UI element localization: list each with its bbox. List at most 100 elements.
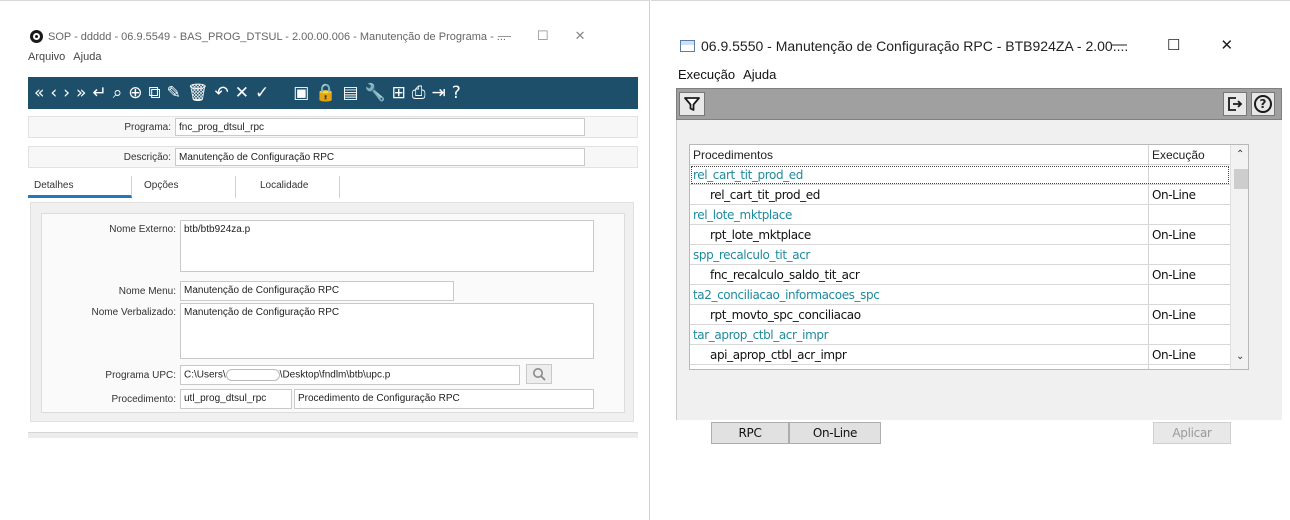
- close-icon[interactable]: ✕: [575, 28, 586, 44]
- nome-verbalizado-field[interactable]: Manutenção de Configuração RPC: [180, 303, 594, 359]
- rpc-button[interactable]: RPC: [711, 422, 789, 444]
- group-name: rel_cart_tit_prod_ed: [693, 168, 803, 182]
- online-button[interactable]: On-Line: [789, 422, 881, 444]
- group-name: spp_recalculo_tit_acr: [693, 248, 810, 262]
- menu-execucao[interactable]: Execução: [678, 67, 735, 82]
- execution-mode[interactable]: On-Line: [1152, 188, 1196, 202]
- menu-ajuda[interactable]: Ajuda: [743, 67, 776, 82]
- procedimento-code-field[interactable]: utl_prog_dtsul_rpc: [180, 389, 292, 409]
- execution-mode[interactable]: On-Line: [1152, 348, 1196, 362]
- filter-button[interactable]: [679, 92, 705, 116]
- scroll-up-icon[interactable]: ⌃: [1236, 149, 1244, 160]
- group-row[interactable]: spp_recalculo_tit_acr: [690, 245, 1230, 265]
- window-controls: — ☐ ✕: [1112, 36, 1233, 54]
- nome-verbalizado-label: Nome Verbalizado:: [91, 307, 177, 318]
- execution-mode[interactable]: On-Line: [1152, 308, 1196, 322]
- nome-externo-field[interactable]: btb/btb924za.p: [180, 220, 594, 272]
- exit-icon[interactable]: ⇥: [432, 84, 446, 102]
- column-execucao[interactable]: Execução: [1152, 148, 1205, 162]
- goto-icon[interactable]: ↵: [92, 84, 106, 102]
- confirm-icon[interactable]: ✓: [255, 84, 269, 102]
- descricao-field[interactable]: Manutenção de Configuração RPC: [175, 148, 585, 166]
- menu-bar: Arquivo Ajuda: [28, 51, 101, 63]
- filter-icon: [684, 97, 700, 111]
- group-row[interactable]: rel_cart_tit_prod_ed: [690, 165, 1230, 185]
- scroll-down-icon[interactable]: ⌄: [1236, 351, 1244, 362]
- rpc-config-window: 06.9.5550 - Manutenção de Configuração R…: [672, 28, 1290, 444]
- program-maintenance-window: SOP - ddddd - 06.9.5549 - BAS_PROG_DTSUL…: [22, 20, 644, 440]
- print-icon[interactable]: ⎙: [412, 84, 426, 102]
- window-title-bar: 06.9.5550 - Manutenção de Configuração R…: [680, 38, 1128, 54]
- last-icon[interactable]: »: [76, 84, 86, 102]
- filter-toolbar: ?: [676, 88, 1282, 120]
- help-button[interactable]: ?: [1251, 92, 1275, 116]
- tab-localidade[interactable]: Localidade: [236, 176, 340, 198]
- grid-header: Procedimentos Execução: [690, 145, 1230, 165]
- minimize-icon[interactable]: —: [1112, 36, 1127, 54]
- programa-label: Programa:: [124, 122, 171, 133]
- nome-menu-label: Nome Menu:: [118, 286, 176, 297]
- vertical-scrollbar[interactable]: ⌃ ⌄: [1230, 145, 1248, 369]
- aplicar-button[interactable]: Aplicar: [1153, 422, 1231, 444]
- image-icon[interactable]: ▤: [342, 84, 358, 102]
- search-icon[interactable]: ⌕: [113, 84, 123, 102]
- group-row[interactable]: ta2_conciliacao_informacoes_spc: [690, 285, 1230, 305]
- prev-icon[interactable]: ‹: [50, 84, 57, 102]
- execution-mode[interactable]: On-Line: [1152, 228, 1196, 242]
- group-row[interactable]: rel_lote_mktplace: [690, 205, 1230, 225]
- menu-bar: Execução Ajuda: [678, 67, 776, 82]
- first-icon[interactable]: «: [34, 84, 44, 102]
- group-name: tar_aprop_ctbl_acr_impr: [693, 328, 829, 342]
- next-icon[interactable]: ›: [63, 84, 70, 102]
- window-icon: [680, 40, 695, 52]
- procedure-name: rpt_lote_mktplace: [710, 228, 811, 242]
- window-title-bar: SOP - ddddd - 06.9.5549 - BAS_PROG_DTSUL…: [30, 30, 506, 43]
- redacted-username: [225, 369, 280, 381]
- minimize-icon[interactable]: —: [498, 28, 511, 44]
- maximize-icon[interactable]: ☐: [537, 28, 549, 44]
- nome-menu-field[interactable]: Manutenção de Configuração RPC: [180, 281, 454, 301]
- cancel-icon[interactable]: ✕: [235, 84, 249, 102]
- procedure-row[interactable]: rel_cart_tit_prod_ed On-Line: [690, 185, 1230, 205]
- tools-icon[interactable]: 🔧: [365, 84, 386, 102]
- menu-ajuda[interactable]: Ajuda: [73, 51, 101, 63]
- main-panel: Procedimentos Execução rel_cart_tit_prod…: [676, 120, 1282, 444]
- detalhes-frame: Nome Externo: btb/btb924za.p Nome Menu: …: [41, 213, 625, 413]
- copy-icon[interactable]: ⧉: [148, 84, 160, 102]
- procedure-name: api_aprop_ctbl_acr_impr: [710, 348, 847, 362]
- programa-upc-field[interactable]: C:\Users\ \Desktop\fndlm\btb\upc.p: [180, 365, 520, 385]
- help-icon[interactable]: ?: [452, 84, 461, 102]
- close-icon[interactable]: ✕: [1220, 36, 1233, 54]
- exit-button[interactable]: [1223, 92, 1247, 116]
- upc-search-button[interactable]: [526, 364, 552, 384]
- help-icon: ?: [1254, 95, 1272, 113]
- group-row[interactable]: tar_aprop_ctbl_acr_impr: [690, 325, 1230, 345]
- procedures-grid[interactable]: Procedimentos Execução rel_cart_tit_prod…: [689, 144, 1249, 370]
- procedure-row[interactable]: fnc_recalculo_saldo_tit_acr On-Line: [690, 265, 1230, 285]
- tab-opcoes[interactable]: Opções: [132, 176, 236, 198]
- group-name: rel_lote_mktplace: [693, 208, 792, 222]
- delete-icon[interactable]: 🗑: [187, 84, 209, 102]
- programa-row: Programa: fnc_prog_dtsul_rpc: [28, 116, 638, 138]
- edit-icon[interactable]: ✎: [167, 84, 181, 102]
- maximize-icon[interactable]: ☐: [1167, 36, 1180, 54]
- magnifier-icon: [533, 368, 546, 381]
- group-name: ta2_conciliacao_informacoes_spc: [693, 288, 880, 302]
- code-icon[interactable]: ▣: [293, 84, 309, 102]
- menu-arquivo[interactable]: Arquivo: [28, 51, 65, 63]
- execution-mode[interactable]: On-Line: [1152, 268, 1196, 282]
- tab-detalhes[interactable]: Detalhes: [28, 176, 132, 198]
- column-procedimentos[interactable]: Procedimentos: [693, 148, 773, 162]
- nome-externo-label: Nome Externo:: [109, 224, 176, 235]
- scroll-thumb[interactable]: [1234, 169, 1248, 189]
- procedure-row[interactable]: rpt_lote_mktplace On-Line: [690, 225, 1230, 245]
- tree-icon[interactable]: ⊞: [392, 84, 406, 102]
- procedure-row[interactable]: rpt_movto_spc_conciliacao On-Line: [690, 305, 1230, 325]
- procedure-row[interactable]: api_aprop_ctbl_acr_impr On-Line: [690, 345, 1230, 365]
- new-icon[interactable]: ⊕: [128, 84, 142, 102]
- procedure-name: rpt_movto_spc_conciliacao: [710, 308, 861, 322]
- undo-icon[interactable]: ↶: [214, 84, 228, 102]
- programa-field[interactable]: fnc_prog_dtsul_rpc: [175, 118, 585, 136]
- procedure-name: fnc_recalculo_saldo_tit_acr: [710, 268, 860, 282]
- lock-icon[interactable]: 🔒: [315, 84, 336, 102]
